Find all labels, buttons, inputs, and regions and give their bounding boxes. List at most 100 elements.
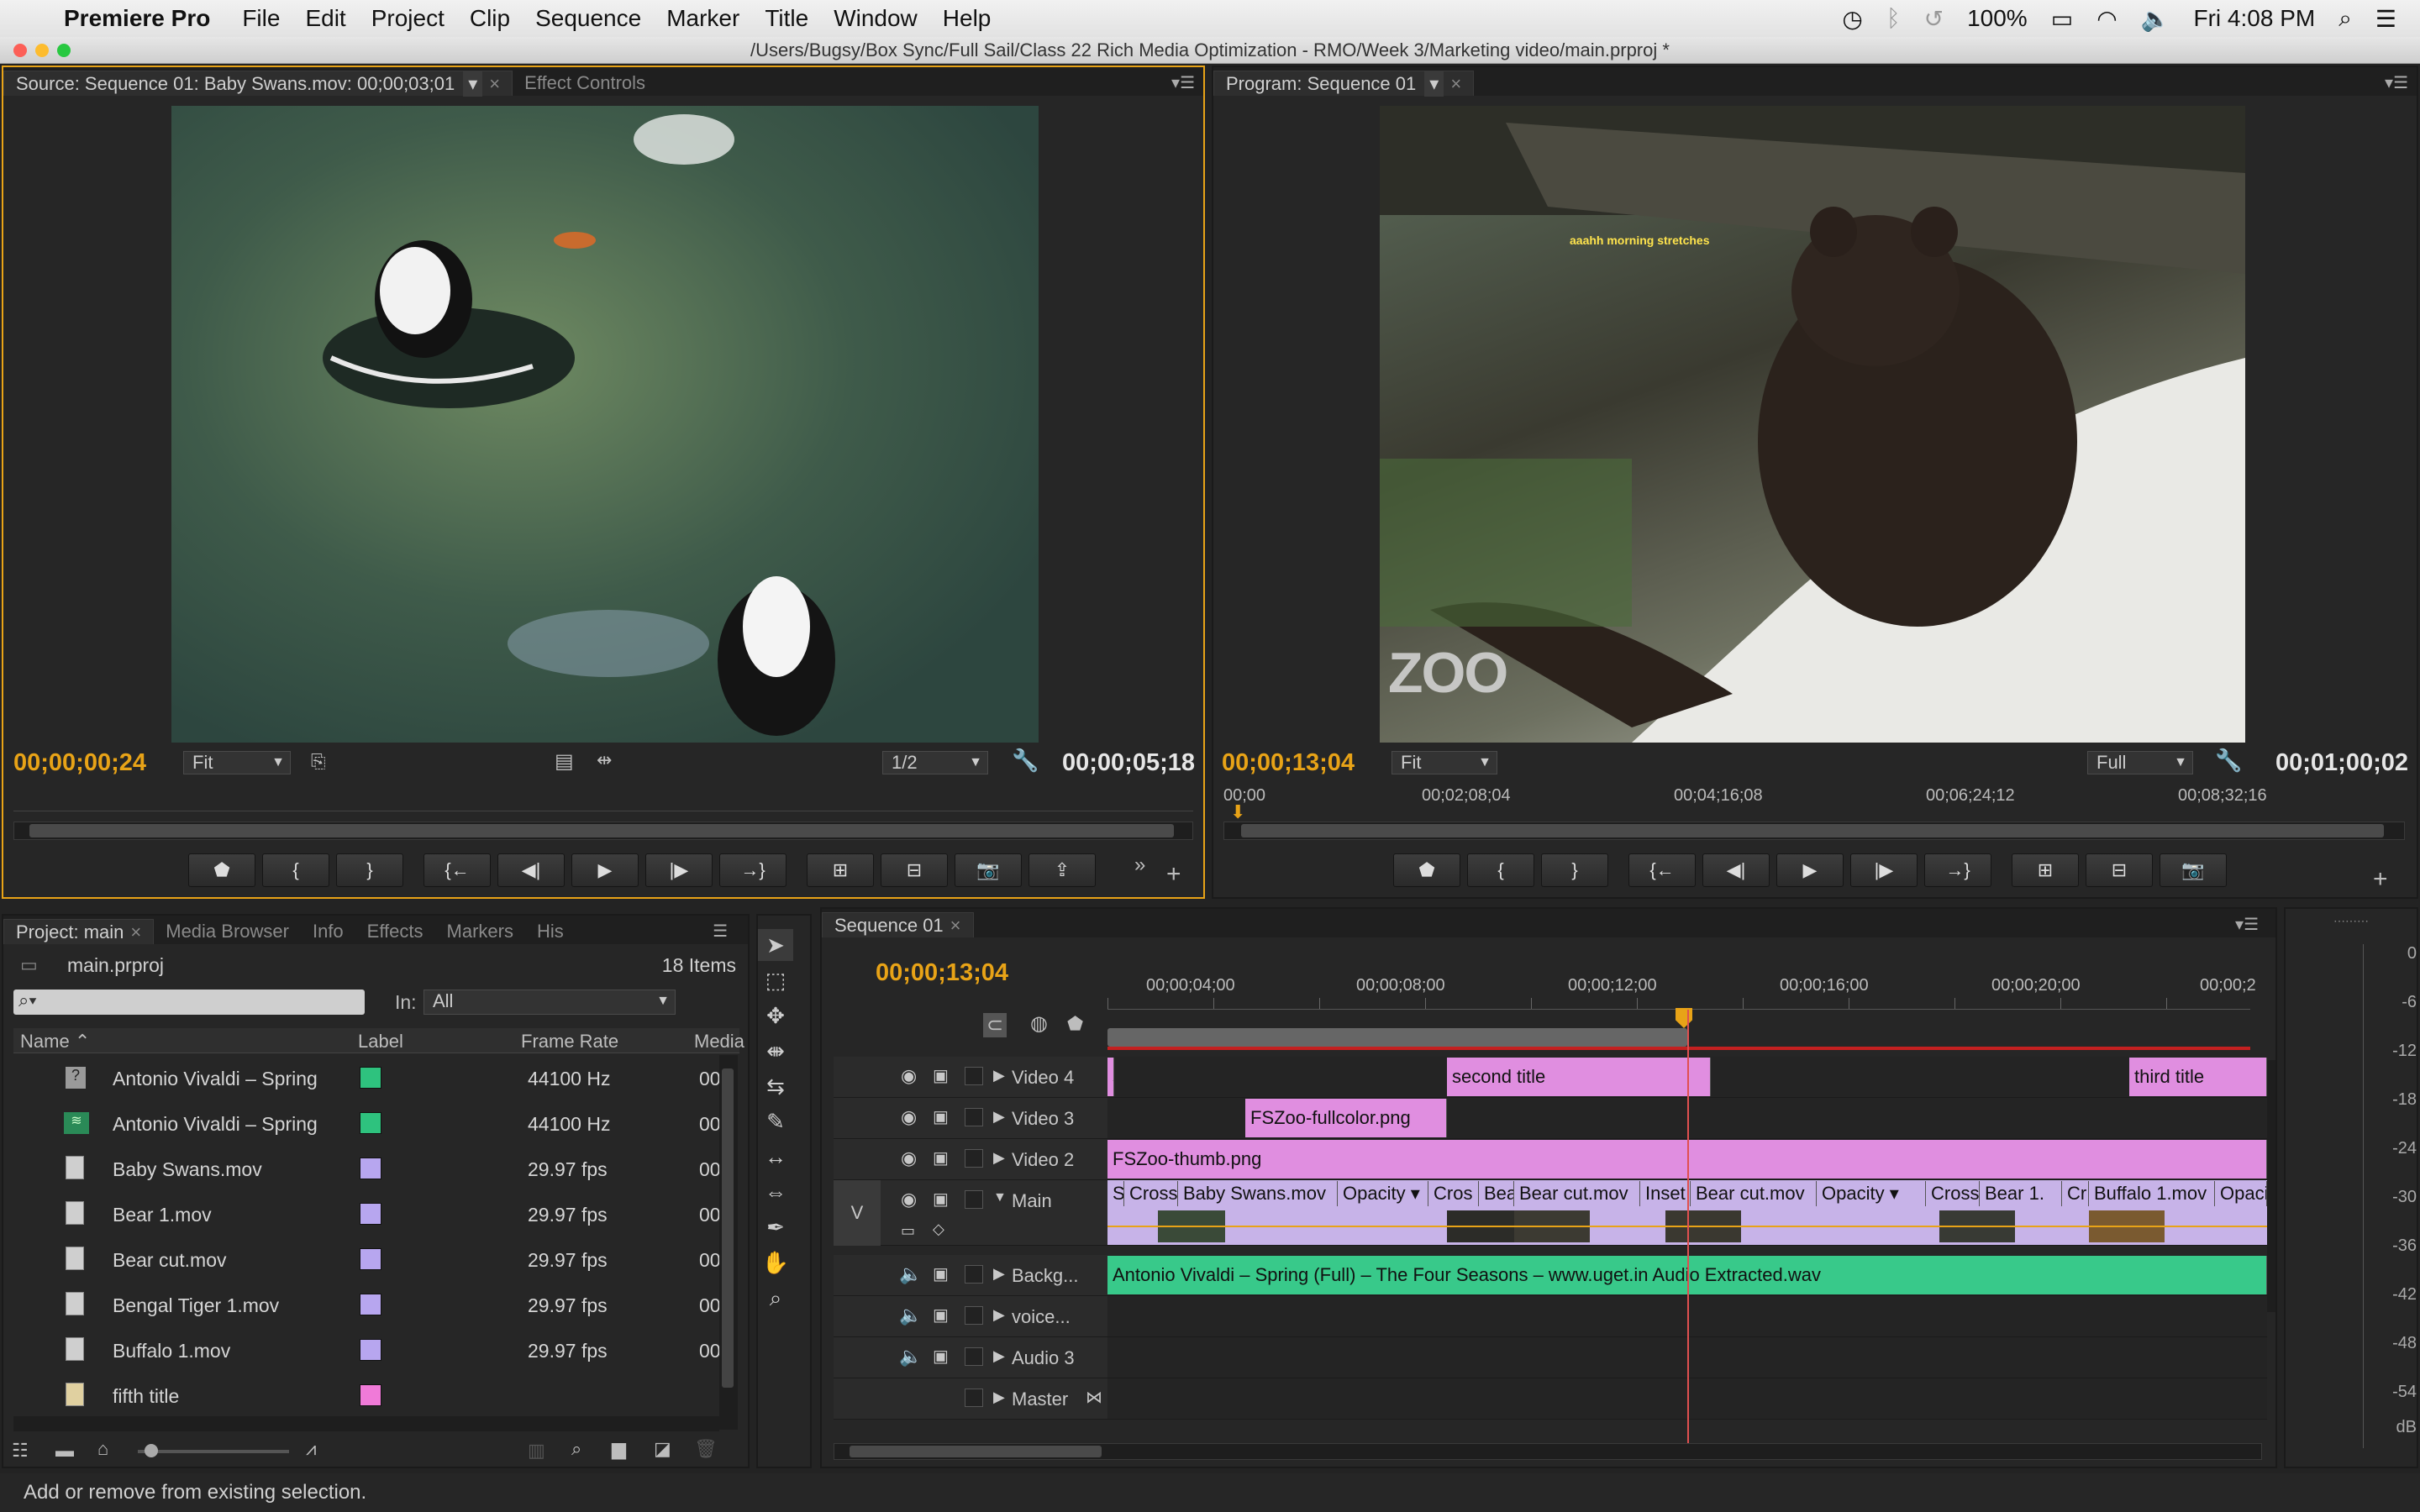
- menu-clip[interactable]: Clip: [470, 5, 510, 32]
- transition-clip[interactable]: Cross: [1124, 1181, 1178, 1206]
- list-item[interactable]: Bengal Tiger 1.mov 29.97 fps 00: [13, 1282, 721, 1327]
- close-icon[interactable]: ×: [1450, 73, 1461, 94]
- label-swatch[interactable]: [360, 1339, 381, 1361]
- hand-tool-icon[interactable]: ✋: [758, 1247, 793, 1278]
- track-header-audio1[interactable]: 🔈 ▣ ▶ Backg...: [834, 1255, 1107, 1296]
- spotlight-search-icon[interactable]: ⌕: [2338, 5, 2352, 33]
- transition-clip[interactable]: Cros: [1428, 1181, 1479, 1206]
- source-time-ruler[interactable]: [13, 783, 1193, 811]
- expand-triangle-icon[interactable]: ▶: [993, 1265, 1005, 1283]
- source-fit-dropdown[interactable]: Fit ▼: [183, 751, 291, 774]
- project-vertical-scrollbar[interactable]: [719, 1055, 738, 1430]
- eye-icon[interactable]: ◉: [901, 1189, 917, 1210]
- menu-edit[interactable]: Edit: [305, 5, 345, 32]
- wifi-icon[interactable]: ◠: [2096, 5, 2117, 33]
- tab-project[interactable]: Project: main ×: [3, 919, 155, 944]
- track-header-audio2[interactable]: 🔈 ▣ ▶ voice...: [834, 1296, 1107, 1337]
- speaker-icon[interactable]: 🔈: [899, 1346, 922, 1368]
- add-marker-button[interactable]: ⬟: [1393, 853, 1460, 887]
- menu-sequence[interactable]: Sequence: [535, 5, 641, 32]
- add-button-icon[interactable]: +: [2373, 865, 2388, 894]
- lift-button[interactable]: ⊞: [2012, 853, 2079, 887]
- source-video-frame[interactable]: [171, 106, 1039, 743]
- program-time-ruler[interactable]: 00;00 00;02;08;04 00;04;16;08 00;06;24;1…: [1223, 786, 2400, 805]
- track-header-video4[interactable]: ◉ ▣ ▶ Video 4: [834, 1057, 1107, 1098]
- label-swatch[interactable]: [360, 1248, 381, 1270]
- timeline-clip[interactable]: Baby Swans.mov: [1178, 1181, 1338, 1206]
- mark-in-button[interactable]: {: [1467, 853, 1534, 887]
- sync-lock-icon[interactable]: ▣: [933, 1147, 949, 1168]
- effect-dropdown[interactable]: Opacit: [2215, 1181, 2267, 1206]
- trash-icon[interactable]: 🗑: [694, 1438, 718, 1460]
- export-frame-button[interactable]: 📷: [955, 853, 1022, 887]
- step-forward-button[interactable]: |▶: [1850, 853, 1918, 887]
- slide-tool-icon[interactable]: ⇔: [758, 1176, 793, 1208]
- tab-markers[interactable]: Markers: [435, 919, 525, 944]
- go-to-out-button[interactable]: →}: [1924, 853, 1991, 887]
- program-playhead-timecode[interactable]: 00;00;13;04: [1222, 749, 1355, 777]
- track-header-video2[interactable]: ◉ ▣ ▶ Video 2: [834, 1139, 1107, 1180]
- wrench-icon[interactable]: 🔧: [1012, 748, 1039, 774]
- program-resolution-dropdown[interactable]: Full ▼: [2087, 751, 2193, 774]
- timeline-clip[interactable]: S: [1107, 1181, 1124, 1206]
- tab-program[interactable]: Program: Sequence 01 ▾ ×: [1213, 71, 1475, 97]
- col-name[interactable]: Name ⌃: [20, 1031, 90, 1053]
- minimize-window-button[interactable]: [35, 44, 49, 57]
- sync-lock-icon[interactable]: ▣: [933, 1346, 949, 1367]
- timeline-clip[interactable]: Bear 1.: [1980, 1181, 2062, 1206]
- program-playhead-marker[interactable]: ⬇: [1230, 801, 1245, 823]
- label-swatch[interactable]: [360, 1067, 381, 1089]
- step-back-button[interactable]: ◀|: [1702, 853, 1770, 887]
- effect-dropdown[interactable]: Opacity ▾: [1817, 1181, 1926, 1206]
- menu-project[interactable]: Project: [371, 5, 445, 32]
- timeline-clip[interactable]: second title: [1447, 1058, 1711, 1096]
- transition-clip[interactable]: Cr: [2062, 1181, 2089, 1206]
- mark-out-button[interactable]: }: [336, 853, 403, 887]
- close-icon[interactable]: ×: [950, 915, 961, 936]
- timeline-horizontal-scrollbar[interactable]: [834, 1443, 2262, 1460]
- lock-toggle[interactable]: [965, 1347, 983, 1366]
- track-header-video3[interactable]: ◉ ▣ ▶ Video 3: [834, 1098, 1107, 1139]
- selection-tool-icon[interactable]: ➤: [758, 929, 793, 961]
- volume-icon[interactable]: 🔈: [2141, 5, 2170, 33]
- expand-triangle-icon[interactable]: ▶: [993, 1389, 1005, 1406]
- list-item[interactable]: Baby Swans.mov 29.97 fps 00: [13, 1146, 721, 1191]
- col-label[interactable]: Label: [358, 1031, 403, 1053]
- expand-triangle-icon[interactable]: ▶: [993, 1108, 1005, 1126]
- mark-out-button[interactable]: }: [1541, 853, 1608, 887]
- timeline-playhead-timecode[interactable]: 00;00;13;04: [876, 959, 1008, 987]
- playhead-line[interactable]: [1687, 1010, 1689, 1453]
- panel-menu-icon[interactable]: ▾☰: [2385, 72, 2408, 93]
- program-zoom-bar[interactable]: [1223, 822, 2405, 840]
- step-forward-button[interactable]: |▶: [645, 853, 713, 887]
- close-window-button[interactable]: [13, 44, 27, 57]
- rolling-edit-tool-icon[interactable]: ⇼: [758, 1035, 793, 1067]
- pen-tool-icon[interactable]: ✒: [758, 1211, 793, 1243]
- tab-effects[interactable]: Effects: [355, 919, 435, 944]
- expand-triangle-icon[interactable]: ▶: [993, 1067, 1005, 1084]
- col-media[interactable]: Media: [694, 1031, 744, 1053]
- track-header-master[interactable]: ▶ Master ⋈: [834, 1378, 1107, 1420]
- mark-in-button[interactable]: {: [262, 853, 329, 887]
- speaker-icon[interactable]: 🔈: [899, 1263, 922, 1285]
- tab-history[interactable]: His: [525, 919, 576, 944]
- timeline-clip[interactable]: FSZoo-fullcolor.png: [1245, 1099, 1447, 1137]
- source-playhead-timecode[interactable]: 00;00;00;24: [13, 749, 146, 777]
- sync-lock-icon[interactable]: ▣: [933, 1065, 949, 1086]
- add-marker-icon[interactable]: ⬟: [1067, 1013, 1083, 1035]
- menu-help[interactable]: Help: [943, 5, 992, 32]
- notification-center-icon[interactable]: ☰: [2375, 5, 2396, 33]
- slip-tool-icon[interactable]: ↔: [758, 1141, 793, 1173]
- label-swatch[interactable]: [360, 1384, 381, 1406]
- effect-dropdown[interactable]: Opacity ▾: [1338, 1181, 1428, 1206]
- button-editor-button[interactable]: ⇪: [1028, 853, 1096, 887]
- history-icon[interactable]: ↺: [1924, 5, 1944, 33]
- label-swatch[interactable]: [360, 1294, 381, 1315]
- playhead-handle[interactable]: [1676, 1008, 1692, 1028]
- menu-marker[interactable]: Marker: [666, 5, 739, 32]
- timeline-clip[interactable]: Bea: [1479, 1181, 1514, 1206]
- panel-menu-icon[interactable]: ▾☰: [2235, 914, 2259, 935]
- extract-button[interactable]: ⊟: [2086, 853, 2153, 887]
- sync-lock-icon[interactable]: ▣: [933, 1305, 949, 1326]
- ripple-edit-tool-icon[interactable]: ✥: [758, 1000, 793, 1032]
